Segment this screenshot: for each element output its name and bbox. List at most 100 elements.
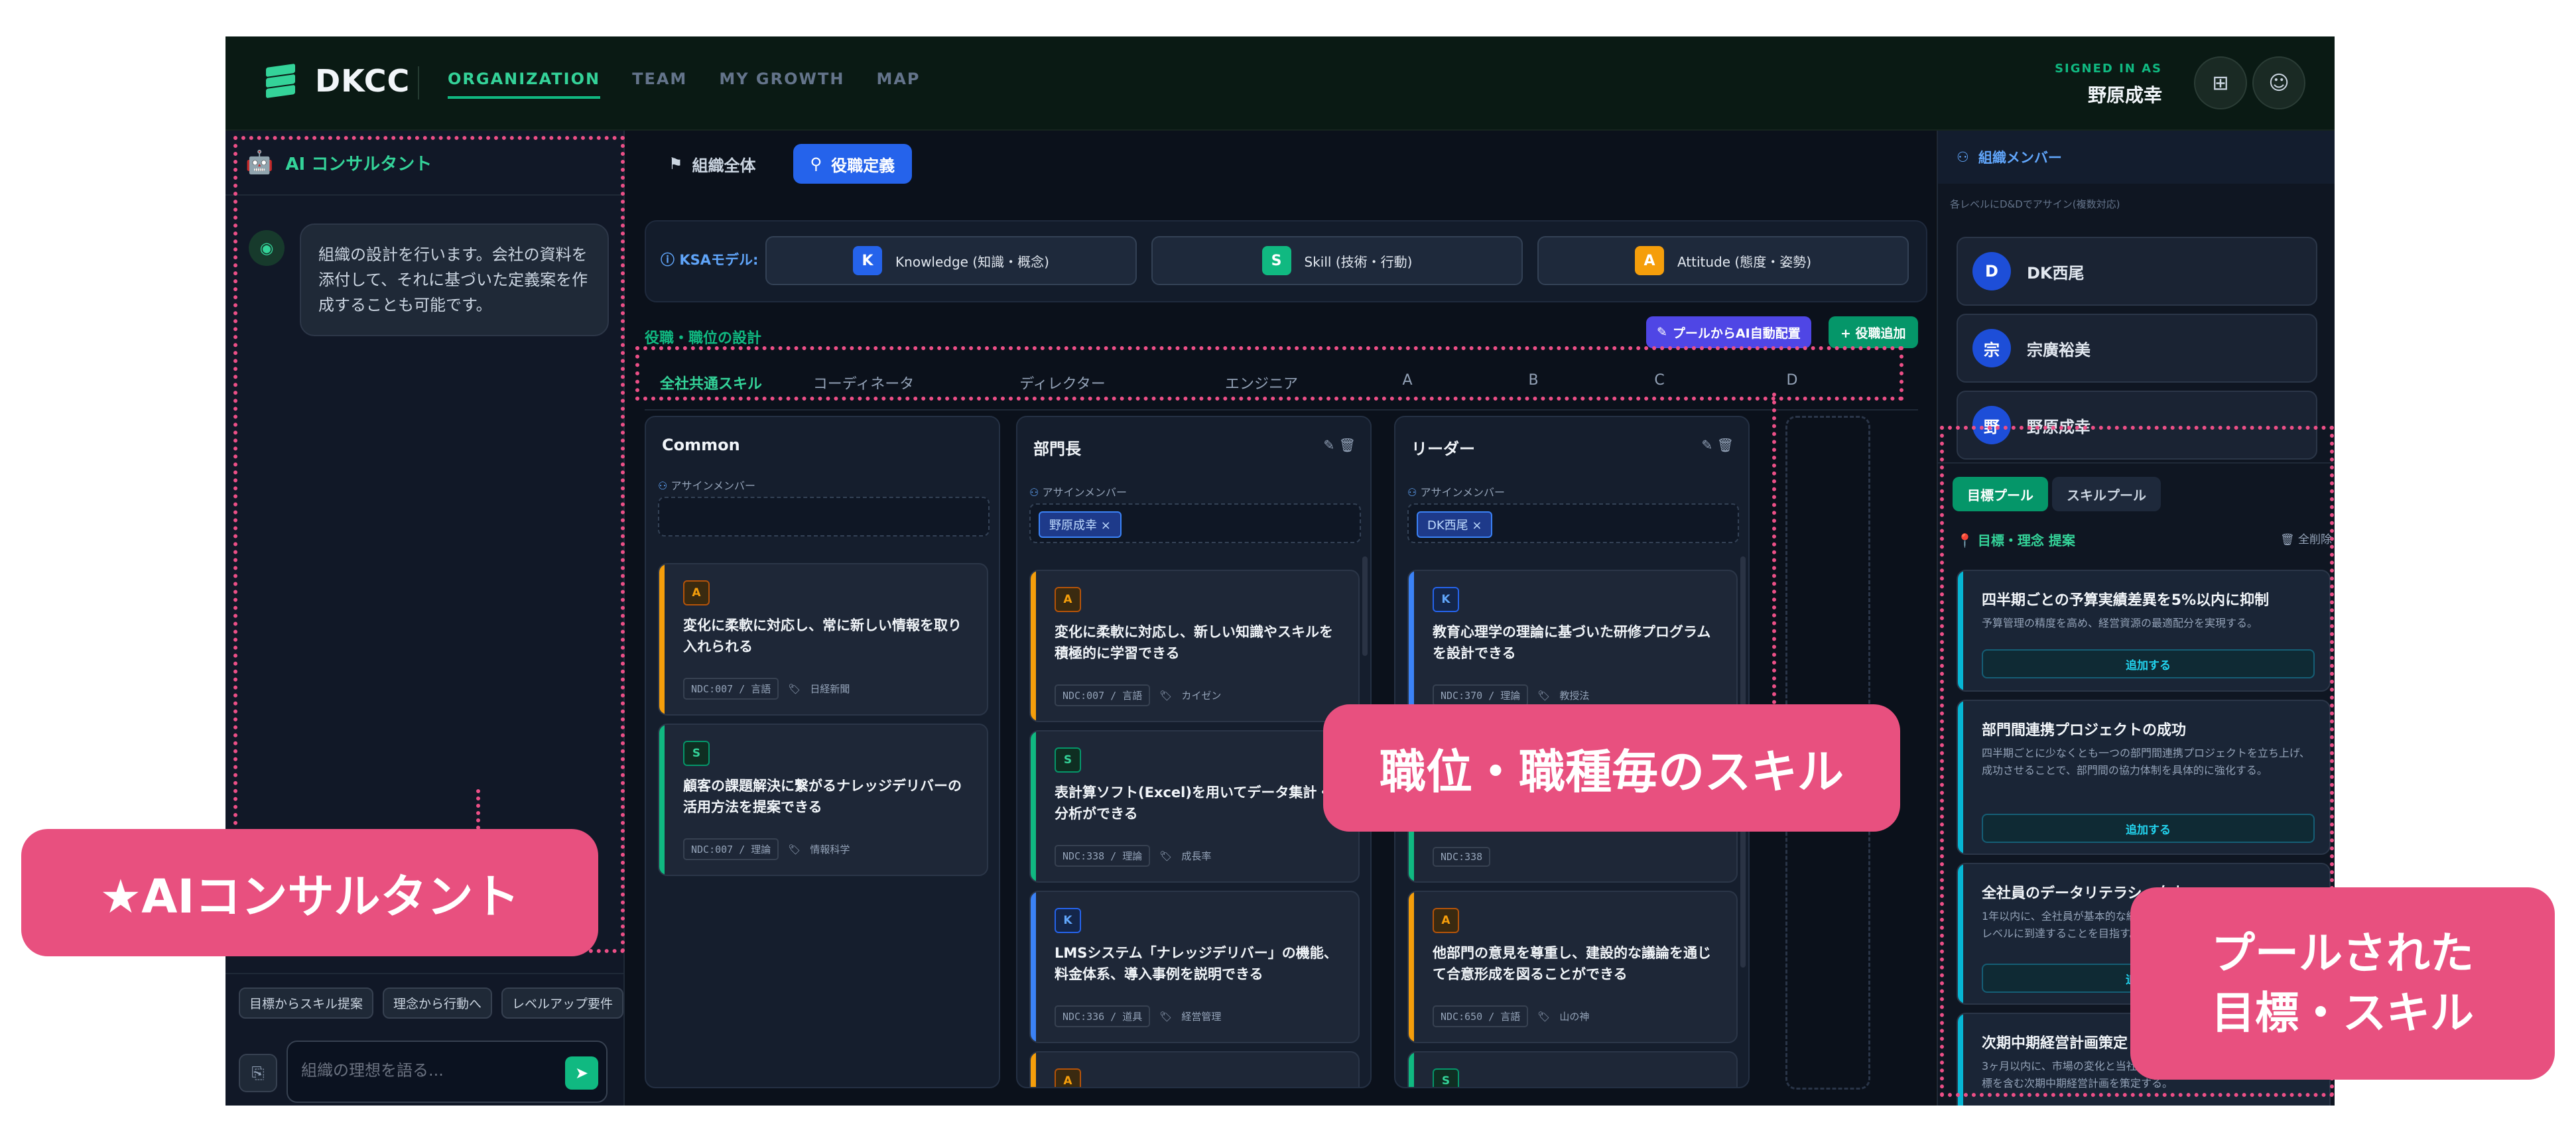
skill-text: LMSシステム「ナレッジデリバー」の機能、料金体系、導入事例を説明できる [1055, 945, 1338, 982]
tab-role-definition[interactable]: ⚲ 役職定義 [793, 144, 913, 184]
skill-type-badge: K [1055, 908, 1081, 933]
member-card[interactable]: 宗 宗廣裕美 [1957, 314, 2317, 383]
skill-text: 表計算ソフト(Excel)を用いてデータ集計・分析ができる [1055, 785, 1331, 822]
send-icon: ➤ [574, 1064, 589, 1082]
connector [1772, 393, 1776, 704]
attach-button[interactable]: ⎘ [239, 1054, 277, 1092]
skill-card[interactable]: S 表計算ソフト(Excel)を用いてデータ集計・分析ができる NDC:338 … [1029, 730, 1360, 883]
member-name: DK西尾 [2027, 263, 2085, 283]
tag-icon: 🏷 [1537, 689, 1551, 702]
skill-text: 変化に柔軟に対応し、常に新しい情報を取り入れられる [683, 617, 962, 655]
paperclip-icon: ⎘ [251, 1064, 265, 1082]
ksa-badge: K [853, 246, 883, 275]
users-icon: ⚇ [1029, 486, 1043, 499]
user-name: 野原成幸 [2087, 84, 2162, 106]
hierarchy-icon: ⚲ [810, 155, 822, 173]
callout-ai-consultant: ★AIコンサルタント [21, 829, 598, 956]
assign-label: ⚇ アサインメンバー [1407, 486, 1505, 499]
send-button[interactable]: ➤ [565, 1056, 598, 1090]
skill-card[interactable]: K LMSシステム「ナレッジデリバー」の機能、料金体系、導入事例を説明できる N… [1029, 891, 1360, 1043]
skill-type-badge: A [1055, 1068, 1081, 1087]
column-title: Common [662, 436, 740, 454]
scrollbar[interactable] [1362, 556, 1368, 656]
column-title: リーダー [1411, 440, 1475, 458]
skill-text: 他部門の意見を尊重し、建設的な議論を通じて合意形成を図ることができる [1433, 945, 1711, 982]
skill-meta: NDC:370 / 理論 🏷 教授法 [1433, 684, 1589, 706]
add-role-button[interactable]: + 役職追加 [1829, 316, 1918, 348]
view-tabs: ⚑ 組織全体 ⚲ 役職定義 [651, 144, 913, 184]
signed-in-info: SIGNED IN AS 野原成幸 [2055, 62, 2162, 107]
avatar: 宗 [1972, 329, 2011, 367]
auto-assign-button[interactable]: ✎ プールからAI自動配置 [1646, 316, 1811, 348]
skill-type-badge: S [1055, 747, 1081, 773]
skill-card[interactable]: S 顧客の課題解決に繋がるナレッジデリバーの活用方法を提案できる NDC:007… [658, 724, 988, 876]
skill-type-badge: S [683, 741, 710, 766]
skill-meta: NDC:338 [1433, 847, 1491, 867]
members-subtitle: 各レベルにD&Dでアサイン(複数対応) [1950, 198, 2120, 210]
skill-card[interactable]: S [1407, 1051, 1738, 1087]
callout-role-skills: 職位・職種毎のスキル [1323, 704, 1900, 832]
trash-icon[interactable]: 🗑 [1339, 437, 1356, 453]
assign-dropzone[interactable]: 野原成幸 × [1029, 503, 1361, 543]
edit-icon[interactable]: ✎ [1701, 437, 1712, 453]
chip-levelup[interactable]: レベルアップ要件 [501, 987, 623, 1019]
assign-label: ⚇ アサインメンバー [658, 479, 755, 492]
skill-card[interactable]: K 教育心理学の理論に基づいた研修プログラムを設計できる NDC:370 / 理… [1407, 570, 1738, 722]
skill-type-badge: A [1433, 908, 1459, 933]
highlight-role-tabs [635, 346, 1903, 401]
ksa-knowledge: K Knowledge (知識・概念) [765, 236, 1137, 285]
chip-philosophy-to-action[interactable]: 理念から行動へ [383, 987, 492, 1019]
member-name: 宗廣裕美 [2027, 340, 2091, 359]
column-title: 部門長 [1033, 440, 1081, 458]
layers-icon [262, 62, 300, 100]
ksa-attitude: A Attitude (態度・姿勢) [1537, 236, 1909, 285]
main-nav: ORGANIZATION TEAM MY GROWTH MAP [448, 70, 921, 99]
skill-type-badge: S [1433, 1068, 1459, 1087]
skill-card[interactable]: A 他部門の意見を尊重し、建設的な議論を通じて合意形成を図ることができる NDC… [1407, 891, 1738, 1043]
grid-button[interactable]: ⊞ [2194, 56, 2247, 109]
skill-type-badge: A [683, 580, 710, 605]
nav-map[interactable]: MAP [876, 70, 920, 99]
skill-card[interactable]: A 変化に柔軟に対応し、新しい知識やスキルを積極的に学習できる NDC:007 … [1029, 570, 1360, 722]
chat-input-box: ➤ [287, 1041, 608, 1103]
divider [418, 66, 419, 99]
assign-label: ⚇ アサインメンバー [1029, 486, 1127, 499]
tab-organization[interactable]: ⚑ 組織全体 [651, 144, 773, 184]
tag-icon: 🏷 [1159, 1010, 1173, 1023]
assigned-member-chip[interactable]: DK西尾 × [1417, 511, 1493, 538]
chip-goal-to-skill[interactable]: 目標からスキル提案 [239, 987, 373, 1019]
skill-card[interactable]: A [1029, 1051, 1360, 1087]
avatar: D [1972, 252, 2011, 290]
ksa-badge: A [1634, 246, 1664, 275]
ksa-skill: S Skill (技術・行動) [1151, 236, 1523, 285]
callout-pool: プールされた 目標・スキル [2130, 887, 2555, 1080]
skill-card[interactable]: A 変化に柔軟に対応し、常に新しい情報を取り入れられる NDC:007 / 言語… [658, 563, 988, 716]
wand-icon: ✎ [1657, 325, 1667, 340]
assign-dropzone[interactable] [658, 497, 990, 537]
trash-icon[interactable]: 🗑 [1717, 437, 1734, 453]
skill-meta: NDC:007 / 言語 🏷 日経新聞 [683, 678, 850, 700]
member-card[interactable]: D DK西尾 [1957, 237, 2317, 306]
skill-text: 教育心理学の理論に基づいた研修プログラムを設計できる [1433, 624, 1711, 661]
skill-meta: NDC:007 / 言語 🏷 カイゼン [1055, 684, 1221, 706]
tag-icon: 🏷 [1159, 850, 1173, 862]
nav-organization[interactable]: ORGANIZATION [448, 70, 601, 99]
assigned-member-chip[interactable]: 野原成幸 × [1039, 511, 1122, 538]
skill-type-badge: A [1055, 587, 1081, 612]
design-section-title: 役職・職位の設計 [645, 330, 762, 347]
skill-meta: NDC:336 / 道具 🏷 経営管理 [1055, 1005, 1221, 1027]
logo[interactable]: DKCC [262, 62, 410, 100]
grid-icon: ⊞ [2212, 71, 2229, 95]
assign-dropzone[interactable]: DK西尾 × [1407, 503, 1739, 543]
profile-button[interactable]: ☺ [2252, 56, 2305, 109]
signed-in-label: SIGNED IN AS [2055, 62, 2162, 76]
callout-pool-line1: プールされた [2211, 928, 2474, 979]
skill-meta: NDC:007 / 理論 🏷 情報科学 [683, 838, 850, 860]
info-icon: ⓘ [661, 252, 680, 268]
edit-icon[interactable]: ✎ [1323, 437, 1334, 453]
nav-team[interactable]: TEAM [632, 70, 687, 99]
ksa-label: ⓘ KSAモデル: [661, 252, 759, 268]
chat-input[interactable] [300, 1056, 541, 1084]
nav-my-growth[interactable]: MY GROWTH [719, 70, 844, 99]
skill-text: 変化に柔軟に対応し、新しい知識やスキルを積極的に学習できる [1055, 624, 1333, 661]
